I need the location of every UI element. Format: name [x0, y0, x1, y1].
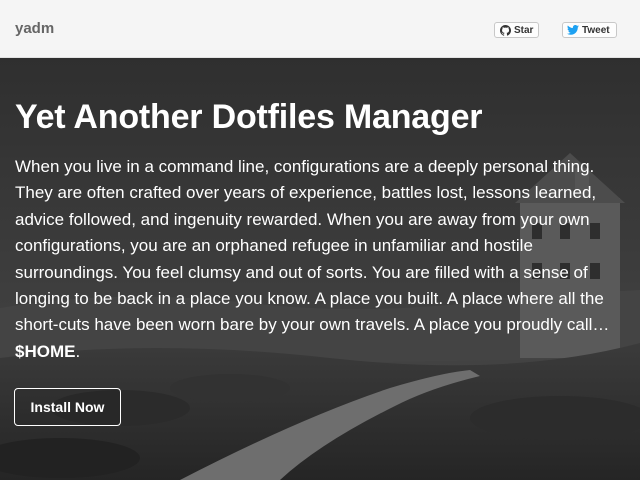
hero-description-text: When you live in a command line, configu… [15, 157, 610, 335]
twitter-bird-icon [567, 25, 579, 35]
github-icon [500, 24, 511, 36]
hero-description: When you live in a command line, configu… [15, 154, 630, 365]
home-token: $HOME [15, 341, 76, 361]
tweet-widget[interactable]: Tweet [562, 22, 617, 38]
github-star-label: Star [514, 24, 534, 36]
tweet-label: Tweet [582, 24, 610, 36]
hero-title: Yet Another Dotfiles Manager [15, 98, 483, 136]
github-star-widget[interactable]: Star [494, 22, 540, 38]
brand-link[interactable]: yadm [15, 20, 54, 37]
top-navbar: yadm Star Tweet [0, 0, 640, 58]
github-star-button[interactable]: Star [494, 22, 540, 38]
tweet-button[interactable]: Tweet [562, 22, 617, 38]
hero-section: Yet Another Dotfiles Manager When you li… [0, 58, 640, 480]
install-now-button[interactable]: Install Now [14, 388, 121, 426]
home-suffix: . [75, 341, 81, 361]
